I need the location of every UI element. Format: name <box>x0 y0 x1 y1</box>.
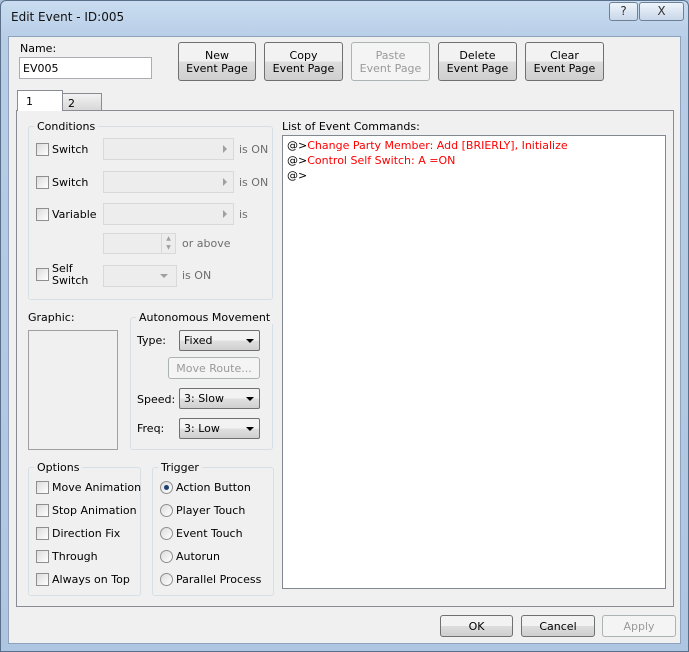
variable-label: Variable <box>52 208 97 221</box>
switch2-suffix: is ON <box>239 176 269 189</box>
freq-value: 3: Low <box>184 422 220 435</box>
option-label: Stop Animation <box>52 504 137 517</box>
switch2-checkbox[interactable] <box>36 176 49 189</box>
option-label: Always on Top <box>52 573 130 586</box>
type-label: Type: <box>137 334 166 347</box>
trigger-radio[interactable] <box>160 504 173 517</box>
self-switch-label: Self Switch <box>52 263 88 287</box>
trigger-radio[interactable] <box>160 527 173 540</box>
trigger-label: Action Button <box>176 481 251 494</box>
trigger-radio[interactable] <box>160 481 173 494</box>
speed-label: Speed: <box>137 393 176 406</box>
speed-value: 3: Slow <box>184 392 224 405</box>
command-prefix: @> <box>287 139 308 152</box>
speed-select[interactable]: 3: Slow <box>179 388 260 409</box>
command-prefix: @> <box>287 154 308 167</box>
switch1-select[interactable] <box>103 138 234 160</box>
or-above-label: or above <box>182 237 231 250</box>
freq-select[interactable]: 3: Low <box>179 418 260 439</box>
switch1-suffix: is ON <box>239 143 269 156</box>
variable-checkbox[interactable] <box>36 208 49 221</box>
self-switch-checkbox[interactable] <box>36 268 49 281</box>
option-checkbox[interactable] <box>36 527 49 540</box>
ok-button[interactable]: OK <box>440 615 513 637</box>
commands-label: List of Event Commands: <box>282 120 420 133</box>
event-commands-list[interactable]: @>Change Party Member: Add [BRIERLY], In… <box>282 135 666 589</box>
tab-page-2[interactable]: 2 <box>62 93 102 111</box>
self-switch-select[interactable] <box>103 265 177 287</box>
label: Delete <box>459 48 496 62</box>
new-event-page-button[interactable]: New Event Page <box>178 42 256 81</box>
switch1-label: Switch <box>52 143 89 156</box>
option-checkbox[interactable] <box>36 481 49 494</box>
close-button[interactable]: X <box>639 2 684 21</box>
variable-suffix: is <box>239 208 248 221</box>
graphic-preview[interactable] <box>28 330 118 450</box>
type-value: Fixed <box>184 334 213 347</box>
label: Event Page <box>186 61 248 75</box>
name-label: Name: <box>20 42 57 55</box>
label: Event Page <box>272 61 335 75</box>
label: Clear <box>550 48 579 62</box>
copy-event-page-button[interactable]: Copy Event Page <box>264 42 343 81</box>
trigger-label: Event Touch <box>176 527 243 540</box>
command-row[interactable]: @>Change Party Member: Add [BRIERLY], In… <box>287 138 661 153</box>
type-select[interactable]: Fixed <box>179 330 260 351</box>
name-input[interactable]: EV005 <box>19 57 152 79</box>
switch2-select[interactable] <box>103 171 234 193</box>
chevron-down-icon <box>160 274 168 278</box>
command-row[interactable]: @>Control Self Switch: A =ON <box>287 153 661 168</box>
label: Event Page <box>359 61 422 75</box>
window-title: Edit Event - ID:005 <box>11 10 125 24</box>
command-row[interactable]: @> <box>287 168 661 183</box>
switch1-checkbox[interactable] <box>36 143 49 156</box>
trigger-label: Parallel Process <box>176 573 262 586</box>
cancel-button[interactable]: Cancel <box>521 615 595 637</box>
switch2-label: Switch <box>52 176 89 189</box>
group-title: Trigger <box>158 461 202 474</box>
group-title: Options <box>34 461 83 474</box>
label: Paste <box>375 48 406 62</box>
option-checkbox[interactable] <box>36 573 49 586</box>
chevron-down-icon <box>246 427 254 431</box>
option-label: Direction Fix <box>52 527 121 540</box>
arrow-right-icon <box>223 178 227 186</box>
chevron-down-icon <box>246 339 254 343</box>
label: Event Page <box>533 61 596 75</box>
option-checkbox[interactable] <box>36 550 49 563</box>
trigger-label: Autorun <box>176 550 221 563</box>
label: New <box>205 48 229 62</box>
tab-page-1[interactable]: 1 <box>17 90 63 111</box>
label: Copy <box>289 48 318 62</box>
clear-event-page-button[interactable]: Clear Event Page <box>525 42 604 81</box>
delete-event-page-button[interactable]: Delete Event Page <box>438 42 517 81</box>
option-checkbox[interactable] <box>36 504 49 517</box>
arrow-right-icon <box>223 145 227 153</box>
option-label: Through <box>52 550 98 563</box>
self-switch-suffix: is ON <box>182 269 212 282</box>
group-title: Autonomous Movement <box>136 311 274 324</box>
freq-label: Freq: <box>137 422 165 435</box>
trigger-label: Player Touch <box>176 504 246 517</box>
command-text: Change Party Member: Add [BRIERLY], Init… <box>307 139 568 152</box>
label: Event Page <box>446 61 509 75</box>
variable-value-spinner[interactable]: ▲ ▼ <box>103 233 176 254</box>
label: Switch <box>52 274 89 287</box>
move-route-button[interactable]: Move Route... <box>168 357 260 379</box>
variable-select[interactable] <box>103 203 234 225</box>
arrow-right-icon <box>223 210 227 218</box>
group-title: Conditions <box>34 120 99 133</box>
command-prefix: @> <box>287 169 308 182</box>
trigger-radio[interactable] <box>160 573 173 586</box>
help-button[interactable]: ? <box>609 2 638 21</box>
spinner-arrows-icon[interactable]: ▲ ▼ <box>161 234 175 253</box>
trigger-radio[interactable] <box>160 550 173 563</box>
paste-event-page-button[interactable]: Paste Event Page <box>351 42 430 81</box>
chevron-down-icon <box>246 397 254 401</box>
graphic-label: Graphic: <box>28 311 75 324</box>
option-label: Move Animation <box>52 481 142 494</box>
apply-button[interactable]: Apply <box>602 615 676 637</box>
command-text: Control Self Switch: A =ON <box>307 154 456 167</box>
